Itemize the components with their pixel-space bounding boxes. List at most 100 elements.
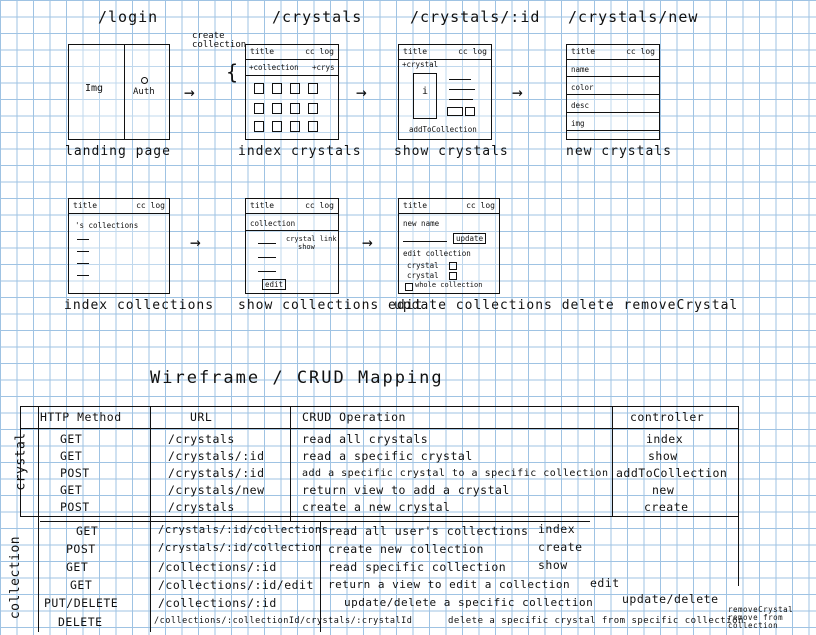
show-collections-caption: show collections edit: [238, 298, 424, 313]
row-operation: read specific collection: [328, 560, 507, 574]
row-url: /collections/:id/edit: [158, 578, 314, 592]
row-method: GET: [76, 524, 99, 538]
update-collection-wireframe: title cc log new name update edit collect…: [398, 198, 500, 294]
row-controller: show: [538, 558, 568, 572]
row-method: POST: [60, 466, 90, 480]
index-crystals-caption: index crystals: [238, 144, 362, 159]
row-controller: index: [538, 522, 576, 536]
row-operation: read all user's collections: [328, 524, 529, 538]
delete-icon: [465, 107, 475, 116]
crystal-thumb: [308, 83, 318, 94]
add-crystal-link: +crys: [312, 63, 335, 72]
collections-heading: 's collections: [75, 221, 139, 230]
row-controller: create: [644, 500, 689, 514]
row-url: /collections/:id: [158, 560, 277, 574]
field-desc: desc: [571, 101, 590, 110]
show-crystals-caption: show crystals: [394, 144, 509, 159]
landing-wireframe: Img Auth: [68, 44, 170, 140]
row-operation: create a new crystal: [302, 500, 451, 514]
route-crystal-id: /crystals/:id: [410, 8, 541, 26]
wf-links: cc log: [466, 201, 495, 210]
crud-title: Wireframe / CRUD Mapping: [150, 368, 444, 388]
wf-title: title: [403, 47, 428, 56]
crystal-thumb: [272, 103, 282, 114]
remove-icon: [449, 262, 457, 270]
landing-auth: Auth: [133, 87, 155, 97]
route-crystals-new: /crystals/new: [568, 8, 699, 26]
remove-icon: [449, 272, 457, 280]
wf-links: cc log: [458, 47, 487, 56]
row-url: /crystals/:id: [168, 466, 265, 480]
row-method: GET: [60, 449, 83, 463]
crystal-image: i: [413, 73, 437, 119]
arrow-right-icon: →: [184, 82, 195, 103]
row-method: POST: [66, 542, 96, 556]
row-url: /crystals/:id: [168, 449, 265, 463]
crystal-thumb: [308, 103, 318, 114]
wf-links: cc log: [305, 201, 334, 210]
update-button: update: [453, 233, 487, 244]
row-operation: delete a specific crystal from specific …: [448, 616, 744, 626]
edit-button: edit: [262, 279, 287, 290]
add-crystal-link: +crystal: [402, 60, 439, 69]
row-operation: return a view to edit a collection: [328, 578, 571, 591]
header-url: URL: [190, 410, 213, 424]
row-operation: update/delete a specific collection: [344, 596, 594, 609]
row-controller: update/delete: [622, 592, 719, 606]
show-collection-wireframe: title cc log collection crystal link show…: [245, 198, 339, 294]
route-login: /login: [98, 8, 159, 26]
field-name: name: [571, 65, 590, 74]
wf-title: title: [73, 201, 98, 210]
header-controller: controller: [630, 410, 705, 424]
crystal-thumb: [290, 83, 300, 94]
row-method: GET: [66, 560, 89, 574]
row-operation: add a specific crystal to a specific col…: [302, 468, 609, 479]
show-crystal-wireframe: title cc log +crystal i addToCollection: [398, 44, 492, 140]
crystal-thumb: [308, 121, 318, 132]
update-collections-caption: update collections delete removeCrystal: [394, 298, 739, 313]
row-url: /crystals: [168, 432, 235, 446]
header-http-method: HTTP Method: [40, 410, 122, 424]
wf-links: cc log: [136, 201, 165, 210]
add-collection-link: +collection: [249, 63, 299, 72]
arrow-right-icon: →: [356, 82, 367, 103]
brace-icon: {: [226, 60, 239, 84]
crystal-thumb: [254, 121, 264, 132]
new-crystals-caption: new crystals: [566, 144, 672, 159]
auth-icon: [141, 77, 148, 84]
row-url: /crystals/new: [168, 483, 265, 497]
arrow-right-icon: →: [512, 82, 523, 103]
row-url: /crystals/:id/collections: [158, 524, 329, 536]
landing-divider: [124, 45, 125, 139]
wf-title: title: [403, 201, 428, 210]
create-collection-note: create collection: [192, 31, 247, 50]
row-method: GET: [60, 483, 83, 497]
wf-links: cc log: [626, 47, 655, 56]
row-method: DELETE: [58, 615, 103, 629]
crystal-thumb: [290, 103, 300, 114]
row-controller: edit: [590, 576, 620, 590]
crystal-thumb: [254, 103, 264, 114]
wf-title: title: [250, 47, 275, 56]
row-controller: removeCrystal remove from collection: [728, 605, 794, 630]
index-collections-wireframe: title cc log 's collections: [68, 198, 170, 294]
new-name-label: new name: [403, 219, 440, 228]
section-crystal-label: crystal: [13, 432, 29, 491]
crystal-thumb: [254, 83, 264, 94]
delete-icon: [405, 283, 413, 291]
row-method: POST: [60, 500, 90, 514]
row-controller: create: [538, 540, 583, 554]
wf-title: title: [250, 201, 275, 210]
crystal-link: crystal link: [286, 235, 337, 243]
crystal-thumb: [272, 121, 282, 132]
row-controller: show: [648, 449, 678, 463]
field-img: img: [571, 119, 585, 128]
row-operation: create new collection: [328, 542, 484, 556]
row-controller: index: [646, 432, 684, 446]
add-to-collection-button: addToCollection: [409, 125, 477, 134]
crystal-thumb: [290, 121, 300, 132]
row-url: /collections/:collectionId/crystals/:cry…: [154, 616, 413, 626]
landing-img: Img: [85, 83, 104, 94]
wf-links: cc log: [305, 47, 334, 56]
row-controller: new: [652, 483, 675, 497]
